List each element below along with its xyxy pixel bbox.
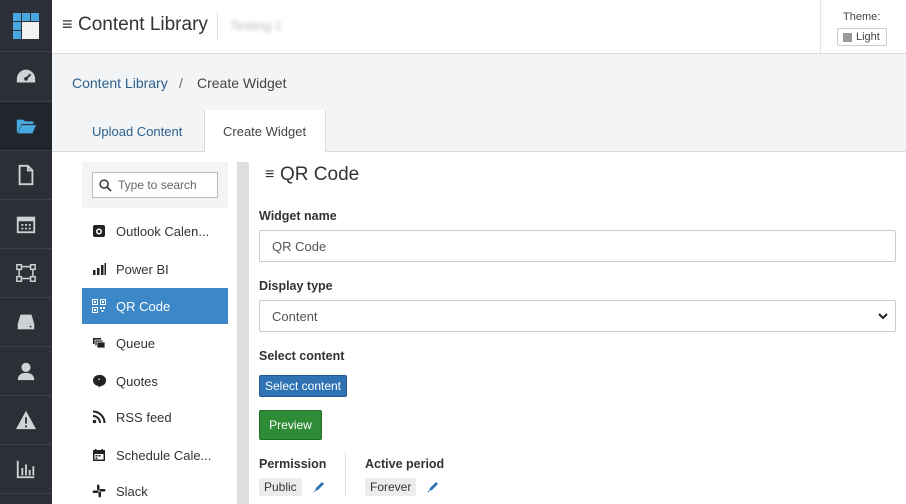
permission-label: Permission [259,457,327,471]
flow-diagram-icon[interactable] [0,249,52,298]
icon-rail [0,0,52,504]
list-item-label: Schedule Cale... [116,447,212,463]
theme-label: Theme: [843,11,881,23]
select-content-label: Select content [259,349,345,363]
list-icon: ≡ [265,166,275,183]
display-type-value: Content [272,308,318,324]
rss-icon [92,410,106,424]
list-item-rss-feed[interactable]: RSS feed [82,399,228,435]
list-item-label: RSS feed [116,409,172,425]
breadcrumb-root-link[interactable]: Content Library [72,75,168,91]
form-title: QR Code [280,164,360,185]
power-bi-icon [93,263,106,275]
widget-name-label: Widget name [259,209,337,223]
list-item-power-bi[interactable]: Power BI [82,251,228,287]
menu-icon[interactable]: ≡ [62,14,73,35]
theme-value: Light [856,31,880,43]
list-item-label: Power BI [116,261,169,277]
schedule-calendar-icon [93,449,105,461]
user-icon[interactable] [0,347,52,396]
chevron-down-icon [878,313,888,320]
bar-chart-icon[interactable] [0,445,52,494]
preview-button[interactable]: Preview [259,410,322,440]
list-item-label: QR Code [116,298,171,314]
permission-value: Public [259,478,302,496]
queue-icon [93,338,106,349]
list-item-label: Queue [116,335,156,351]
breadcrumb: Content Library / Create Widget [52,55,906,110]
widget-name-input[interactable] [272,238,872,254]
widget-name-field[interactable] [259,230,896,262]
display-type-select[interactable]: Content [259,300,896,332]
document-icon[interactable] [0,151,52,200]
list-item-outlook-calendar[interactable]: Outlook Calen... [82,213,228,249]
edit-permission-pencil-icon[interactable] [313,481,325,493]
breadcrumb-separator: / [179,75,183,91]
top-header: ≡ Content Library Testing 1 Theme: Light [52,0,906,54]
tab-bar: Upload Content Create Widget [52,110,906,153]
list-item-label: Slack [116,483,148,499]
theme-switcher: Theme: Light [820,0,906,54]
list-item-label: Quotes [116,373,158,389]
list-item-schedule-calendar[interactable]: Schedule Cale... [82,437,228,473]
select-content-button[interactable]: Select content [259,375,347,397]
outlook-calendar-icon [93,225,105,237]
active-period-label: Active period [365,457,445,471]
widget-type-list: Outlook Calen... Power BI QR Code Queue … [82,162,228,504]
hard-drive-icon[interactable] [0,298,52,347]
list-item-slack[interactable]: Slack [82,473,228,504]
warning-icon[interactable] [0,396,52,445]
app-logo-icon[interactable] [0,0,52,52]
meta-divider [345,453,346,495]
active-period-value: Forever [365,478,417,496]
list-item-qr-code[interactable]: QR Code [82,288,228,324]
qr-code-icon [92,299,106,313]
search-icon [99,178,112,192]
list-item-queue[interactable]: Queue [82,325,228,361]
workspace-name[interactable]: Testing 1 [230,18,282,33]
slack-icon [92,484,106,498]
tab-upload-content[interactable]: Upload Content [74,110,200,152]
app-title: Content Library [78,14,208,35]
search-container [82,162,228,208]
theme-swatch-icon [843,32,852,42]
calendar-icon[interactable] [0,200,52,249]
app-root: ≡ Content Library Testing 1 Theme: Light… [0,0,906,504]
header-divider [217,13,218,39]
panel-divider [237,162,249,504]
breadcrumb-current: Create Widget [197,75,287,91]
theme-toggle-button[interactable]: Light [837,28,887,46]
search-input[interactable] [118,178,214,192]
svg-text:“: “ [97,378,100,385]
search-box[interactable] [92,172,218,198]
list-item-label: Outlook Calen... [116,223,210,239]
folder-open-icon[interactable] [0,102,52,151]
quotes-icon: “ [93,374,106,388]
list-item-quotes[interactable]: “ Quotes [82,363,228,399]
tab-create-widget[interactable]: Create Widget [204,110,326,153]
display-type-label: Display type [259,279,333,293]
widget-form: ≡ QR Code Widget name Display type Conte… [259,162,899,504]
dashboard-icon[interactable] [0,53,52,102]
edit-active-period-pencil-icon[interactable] [427,481,439,493]
